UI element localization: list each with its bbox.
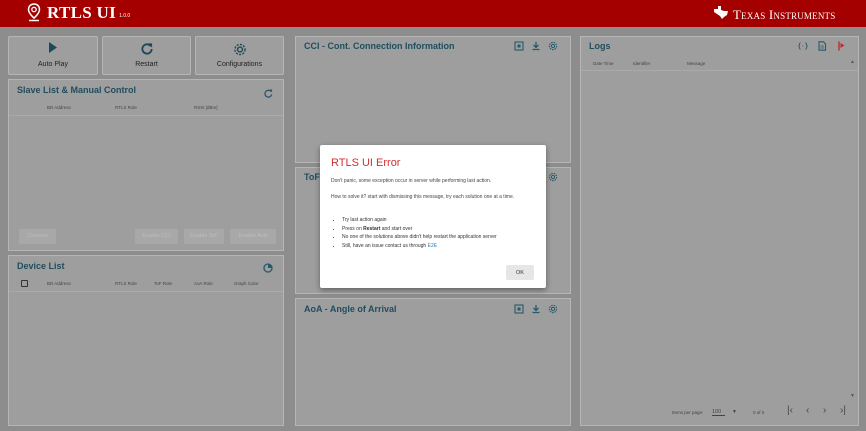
solution-list: Try last action again Press on Restart a… (342, 216, 542, 250)
fit-screen-icon[interactable] (514, 304, 524, 314)
items-per-page-value: 100 (712, 409, 722, 415)
aoa-panel: AoA - Angle of Arrival (295, 298, 571, 426)
app-version: 1.0.0 (119, 13, 131, 19)
gear-icon (233, 43, 246, 56)
logs-header: Logs (581, 37, 858, 54)
configurations-label: Configurations (216, 61, 263, 68)
json-braces-icon[interactable] (798, 41, 808, 51)
last-page-icon[interactable]: ›| (840, 405, 846, 416)
col-message: Message (687, 61, 706, 66)
restart-button[interactable]: Restart (102, 36, 191, 75)
items-per-page-label: Items per page: (672, 410, 704, 415)
solution-4-prefix: Still, have an issue contact us through (342, 242, 428, 249)
solution-2-suffix: and start over (380, 225, 413, 232)
clear-logs-icon[interactable] (836, 41, 846, 51)
e2e-link[interactable]: E2E (428, 243, 437, 249)
dialog-message-2: How to solve it? start with dismissing t… (331, 194, 515, 200)
list-item: Still, have an issue contact us through … (342, 242, 542, 251)
slave-list-header: Slave List & Manual Control (9, 80, 283, 98)
app-title: RTLS UI (47, 3, 117, 22)
location-pin-icon (27, 3, 41, 28)
enable-cci-button[interactable]: Enable CCI (135, 229, 178, 244)
scroll-down-icon[interactable]: ▼ (850, 393, 855, 399)
dropdown-arrow-icon[interactable]: ▼ (732, 409, 737, 415)
restart-label: Restart (135, 61, 158, 68)
texas-state-icon (713, 5, 729, 25)
play-icon (49, 42, 57, 53)
cci-panel: CCI - Cont. Connection Information (295, 36, 571, 163)
graph-color-icon[interactable] (263, 260, 273, 278)
aoa-title: AoA - Angle of Arrival (304, 304, 397, 314)
settings-icon[interactable] (548, 41, 558, 51)
col-bd-address: BD Address (47, 281, 71, 286)
restart-icon (140, 43, 153, 55)
brand: RTLS UI 1.0.0 (27, 3, 131, 23)
tof-title: ToF (304, 172, 320, 182)
file-icon[interactable] (817, 41, 827, 51)
slave-list-panel: Slave List & Manual Control BD Address R… (8, 79, 284, 251)
auto-play-label: Auto Play (38, 61, 68, 68)
settings-icon[interactable] (548, 304, 558, 314)
col-identifier: Identifier (633, 61, 651, 66)
cci-header: CCI - Cont. Connection Information (296, 37, 570, 54)
col-graph-color: Graph Color (234, 281, 259, 286)
device-list-title: Device List (17, 261, 65, 271)
ok-button[interactable]: OK (506, 265, 534, 280)
app-header: RTLS UI 1.0.0 Texas Instruments (0, 0, 866, 27)
refresh-icon[interactable] (264, 85, 273, 103)
col-rtls-role: RTLS Role (115, 105, 137, 110)
dialog-message-1: Don't panic, some exception occur in ser… (331, 178, 492, 184)
restart-emphasis: Restart (363, 225, 381, 232)
logs-panel: Logs Date Time Identifier Message ▲ ▼ It… (580, 36, 859, 426)
auto-play-button[interactable]: Auto Play (8, 36, 98, 75)
solution-3: No one of the solutions above didn't hel… (342, 234, 497, 240)
scroll-up-icon[interactable]: ▲ (850, 59, 855, 65)
slave-list-title: Slave List & Manual Control (17, 85, 137, 95)
download-icon[interactable] (531, 41, 541, 51)
cci-title: CCI - Cont. Connection Information (304, 41, 455, 51)
ti-logo: Texas Instruments (713, 5, 835, 25)
divider (9, 291, 283, 292)
solution-2-prefix: Press on (342, 225, 364, 232)
items-per-page-select[interactable]: 100 (712, 409, 726, 416)
connect-button[interactable]: Connect (19, 229, 56, 244)
page-range: 0 of 0 (753, 410, 765, 415)
col-rssi: RSSI [dBm] (194, 105, 218, 110)
download-icon[interactable] (531, 304, 541, 314)
prev-page-icon[interactable]: ‹ (806, 405, 809, 416)
enable-aoa-button[interactable]: Enable AoA (230, 229, 276, 244)
first-page-icon[interactable]: |‹ (787, 405, 793, 416)
enable-tof-button[interactable]: Enable ToF (184, 229, 224, 244)
list-item: Press on Restart and start over (342, 225, 542, 234)
divider (9, 115, 283, 116)
list-item: Try last action again (342, 216, 542, 225)
col-rtls-role: RTLS Role (115, 281, 137, 286)
settings-icon[interactable] (548, 172, 558, 182)
col-bd-address: BD Address (47, 105, 71, 110)
col-aoa-role: AoA Role (194, 281, 213, 286)
company-name: Texas Instruments (733, 7, 836, 22)
solution-1: Try last action again (342, 217, 387, 223)
aoa-header: AoA - Angle of Arrival (296, 299, 570, 316)
dialog-title: RTLS UI Error (331, 157, 401, 169)
col-tof-role: ToF Role (154, 281, 173, 286)
list-item: No one of the solutions above didn't hel… (342, 233, 542, 242)
divider (581, 70, 858, 71)
select-all-checkbox[interactable] (21, 280, 28, 287)
device-list-header: Device List (9, 256, 283, 273)
configurations-button[interactable]: Configurations (195, 36, 284, 75)
error-dialog: RTLS UI Error Don't panic, some exceptio… (320, 145, 546, 288)
next-page-icon[interactable]: › (823, 405, 826, 416)
fit-screen-icon[interactable] (514, 41, 524, 51)
logs-title: Logs (589, 41, 611, 51)
device-list-panel: Device List BD Address RTLS Role ToF Rol… (8, 255, 284, 426)
col-date-time: Date Time (593, 61, 614, 66)
